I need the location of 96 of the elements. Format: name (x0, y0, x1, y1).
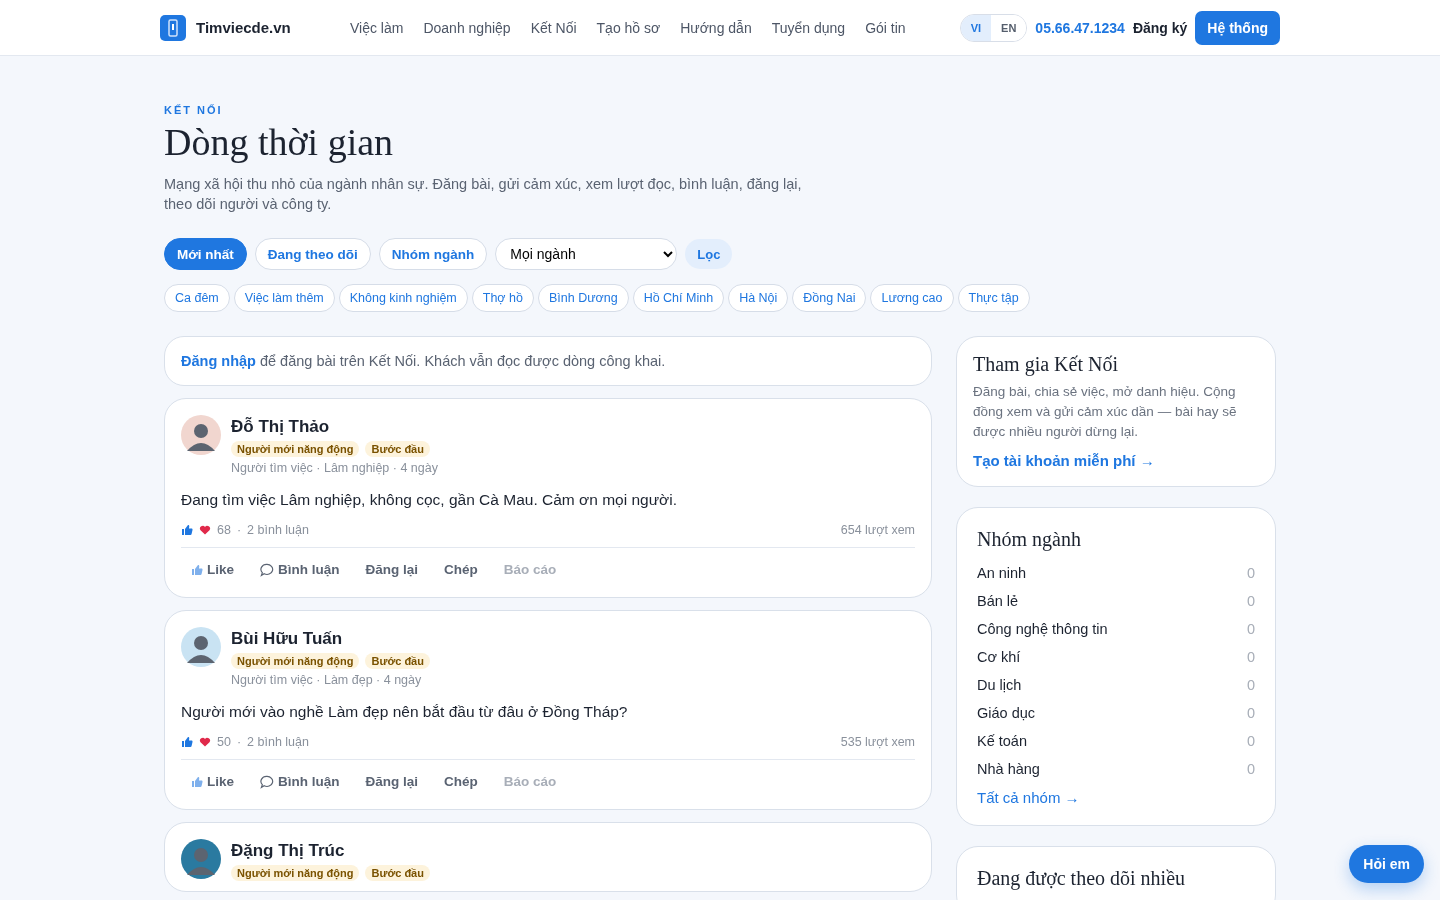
nav-link[interactable]: Kết Nối (530, 19, 577, 36)
author-name: Bùi Hữu Tuấn (231, 629, 344, 649)
page-subtitle: Mạng xã hội thu nhỏ của ngành nhân sự. Đăng bài, gửi cảm xúc, xem lượt đọc, bình luận, đăng lại, theo dõi người và công ty. (164, 175, 803, 214)
post-action-button[interactable]: Like (181, 766, 244, 797)
author-badge: Bước đầu (365, 653, 430, 669)
card-title: Tham gia Kết Nối (973, 353, 1119, 376)
group-count: 0 (1246, 761, 1255, 779)
tag-chip[interactable]: Lương cao (870, 284, 954, 312)
post-action-button[interactable]: Like (181, 554, 244, 585)
group-name[interactable]: Kế toán (977, 733, 1027, 761)
group-count: 0 (1246, 677, 1255, 695)
group-count: 0 (1246, 621, 1255, 639)
reaction-count: 50 (217, 735, 231, 749)
tag-chip[interactable]: Đồng Nai (792, 284, 867, 312)
author-badge: Người mới năng động (231, 653, 360, 669)
author-badge: Bước đầu (365, 865, 430, 881)
author-badge: Người mới năng động (231, 441, 360, 457)
thumbs-up-icon (181, 736, 193, 748)
nav-link[interactable]: Tạo hồ sơ (596, 19, 661, 36)
nav-link[interactable]: Việc làm (350, 19, 404, 36)
thumbs-up-icon (181, 524, 193, 536)
post-action-button[interactable]: Chép (434, 766, 488, 797)
nav-link[interactable]: Tuyển dụng (771, 19, 846, 36)
group-name[interactable]: Cơ khí (977, 649, 1021, 677)
post-action-button[interactable]: Đăng lại (355, 554, 429, 585)
feed-tab[interactable]: Mới nhất (164, 238, 247, 270)
comment-icon (260, 562, 274, 577)
group-count: 0 (1246, 649, 1255, 667)
card-title: Đang được theo dõi nhiều (977, 867, 1187, 890)
signup-link[interactable]: Tạo tài khoản miễn phí → (973, 452, 1155, 469)
author-badge: Người mới năng động (231, 865, 360, 881)
separator-dot: · (236, 523, 242, 537)
post-action-button[interactable]: Chép (434, 554, 488, 585)
tag-chip[interactable]: Việc làm thêm (233, 284, 335, 312)
heart-icon (199, 524, 211, 536)
separator-dot: · (236, 735, 242, 749)
tag-chip[interactable]: Hà Nội (728, 284, 789, 312)
login-notice-text: Đăng nhập để đăng bài trên Kết Nối. Khách vẫn đọc được dòng công khai. (181, 353, 666, 369)
author-badge: Bước đầu (365, 441, 430, 457)
group-name[interactable]: Công nghệ thông tin (977, 621, 1108, 649)
nav-link[interactable]: Doanh nghiệp (423, 19, 511, 36)
comment-count: 2 bình luận (247, 523, 309, 537)
filter-button[interactable]: Lọc (685, 239, 733, 269)
post-action-button[interactable]: Bình luận (250, 766, 350, 797)
avatar-icon (181, 839, 221, 879)
group-count: 0 (1246, 565, 1255, 583)
industry-select[interactable]: Mọi ngành (495, 238, 678, 270)
group-name[interactable]: Bán lẻ (977, 593, 1019, 621)
post-meta: Người tìm việc · Làm đẹp · 4 ngày (231, 673, 423, 687)
avatar-icon (181, 627, 221, 667)
nav-link[interactable]: Hướng dẫn (680, 19, 752, 36)
post-action-button[interactable]: Đăng lại (355, 766, 429, 797)
thumbs-up-icon (191, 775, 203, 788)
thumbs-up-icon (191, 563, 203, 576)
tag-chip[interactable]: Thực tập (957, 284, 1030, 312)
group-count: 0 (1246, 593, 1255, 611)
group-name[interactable]: Du lịch (977, 677, 1022, 705)
chat-button[interactable]: Hỏi em (1349, 845, 1424, 883)
post-meta: Người tìm việc · Lâm nghiệp · 4 ngày (231, 461, 438, 475)
tag-chip[interactable]: Ca đêm (164, 284, 230, 312)
post-text: Người mới vào nghề Làm đẹp nên bắt đầu từ đâu ở Đồng Tháp? (181, 703, 629, 721)
system-button[interactable]: Hệ thống (1195, 10, 1280, 45)
register-link[interactable]: Đăng ký (1132, 19, 1188, 36)
logo-text: Timviecde.vn (196, 19, 291, 36)
group-count: 0 (1246, 733, 1255, 751)
heart-icon (199, 736, 211, 748)
author-name: Đỗ Thị Thảo (231, 417, 331, 437)
post-action-button[interactable]: Bình luận (250, 554, 350, 585)
all-groups-link[interactable]: Tất cả nhóm → (977, 789, 1080, 806)
nav-link[interactable]: Gói tin (865, 19, 906, 36)
tag-chip[interactable]: Không kinh nghiệm (338, 284, 468, 312)
tag-chip[interactable]: Bình Dương (537, 284, 629, 312)
tag-chip[interactable]: Hồ Chí Minh (632, 284, 725, 312)
avatar-icon (181, 415, 221, 455)
group-name[interactable]: Giáo dục (977, 705, 1036, 733)
author-name: Đặng Thị Trúc (231, 841, 346, 861)
card-title: Nhóm ngành (977, 528, 1082, 551)
section-eyebrow: KẾT NỐI (164, 104, 224, 116)
group-count: 0 (1246, 705, 1255, 723)
comment-count: 2 bình luận (247, 735, 309, 749)
login-link[interactable]: Đăng nhập (181, 353, 256, 369)
phone-link[interactable]: 05.66.47.1234 (1035, 19, 1125, 36)
tag-chip[interactable]: Thợ hồ (471, 284, 534, 312)
feed-tab[interactable]: Nhóm ngành (378, 238, 488, 270)
page-title: Dòng thời gian (164, 120, 395, 164)
post-text: Đang tìm việc Lâm nghiệp, không cọc, gần Cà Mau. Cảm ơn mọi người. (181, 491, 678, 509)
view-count: 535 lượt xem (840, 735, 915, 749)
group-name[interactable]: An ninh (977, 565, 1027, 593)
view-count: 654 lượt xem (840, 523, 915, 537)
phone-logo-icon (160, 14, 186, 41)
comment-icon (260, 774, 274, 789)
language-option[interactable]: VI (960, 14, 992, 41)
card-text: Đăng bài, chia sẻ việc, mở danh hiệu. Cộng đồng xem và gửi cảm xúc dần — bài hay sẽ được nhiều người dừng lại. (973, 383, 1238, 441)
reaction-count: 68 (217, 523, 231, 537)
feed-tab[interactable]: Đang theo dõi (254, 238, 371, 270)
group-name[interactable]: Nhà hàng (977, 761, 1040, 789)
